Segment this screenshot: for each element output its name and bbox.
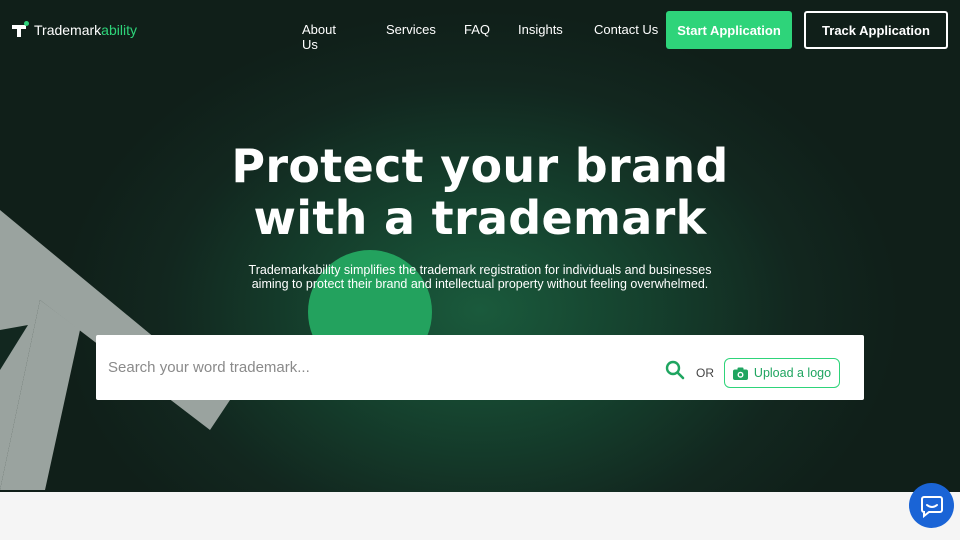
search-icon[interactable] xyxy=(664,359,686,381)
nav-faq[interactable]: FAQ xyxy=(464,22,490,37)
subtext-line-2: aiming to protect their brand and intell… xyxy=(251,277,709,291)
camera-icon xyxy=(732,367,748,380)
nav-contact-us[interactable]: Contact Us xyxy=(594,22,658,37)
hero-subtext: Trademarkability simplifies the trademar… xyxy=(200,263,760,291)
nav-services[interactable]: Services xyxy=(386,22,436,37)
nav-insights[interactable]: Insights xyxy=(518,22,563,37)
track-application-button[interactable]: Track Application xyxy=(804,11,948,49)
brand-logo[interactable]: Trademarkability xyxy=(12,21,137,38)
trademark-search-bar: OR Upload a logo xyxy=(96,335,864,400)
or-label: OR xyxy=(696,366,714,380)
chat-widget-button[interactable] xyxy=(909,483,954,528)
page-title: Protect your brand with a trademark xyxy=(180,140,780,244)
headline-line-2: with a trademark xyxy=(253,191,707,245)
subtext-line-1: Trademarkability simplifies the trademar… xyxy=(248,263,712,277)
headline-line-1: Protect your brand xyxy=(231,139,729,193)
decorative-shapes xyxy=(0,210,432,490)
upload-logo-button[interactable]: Upload a logo xyxy=(724,358,840,388)
search-input[interactable] xyxy=(96,335,656,400)
logo-mark-icon xyxy=(12,21,29,38)
brand-name: Trademarkability xyxy=(34,22,137,38)
hero-section: Trademarkability About Us Services FAQ I… xyxy=(0,0,960,492)
nav-about-us[interactable]: About Us xyxy=(302,22,336,52)
start-application-button[interactable]: Start Application xyxy=(666,11,792,49)
chat-icon xyxy=(920,495,943,518)
upload-logo-label: Upload a logo xyxy=(753,366,832,380)
